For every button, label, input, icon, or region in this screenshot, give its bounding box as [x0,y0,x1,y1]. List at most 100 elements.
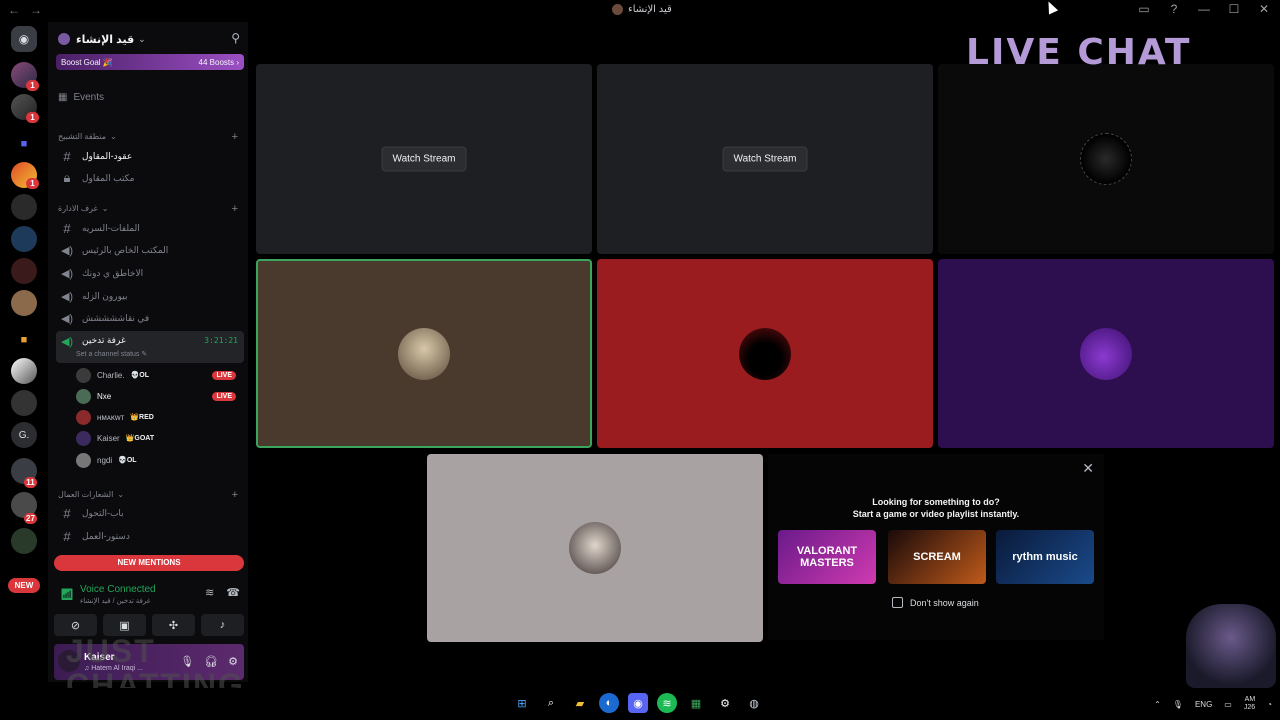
voice-channel-item[interactable]: ◀) بيورون الزله [56,286,244,306]
activity-card-scream[interactable]: SCREAM [888,530,986,584]
windows-start-icon[interactable]: ⊞ [512,693,532,713]
category-header[interactable]: منطقة التشبيح ⌄ + [58,131,240,143]
channel-item[interactable]: 🔒︎ مكتب المقاول [56,168,244,188]
member-name: ʜᴍᴀᴋᴡᴛ [97,412,125,422]
channel-name: باب-التحول [82,507,124,518]
spotify-icon[interactable]: ≋ [657,693,677,713]
network-icon[interactable]: ▭ [1224,700,1232,709]
folder-icon[interactable]: ■ [11,330,37,350]
voice-member[interactable]: Charlie. 💀OL LIVE [76,365,240,385]
server-icon[interactable] [11,226,37,252]
server-icon[interactable] [11,358,37,384]
voice-member[interactable]: ngdi 💀OL [76,450,240,470]
user-tile[interactable] [938,259,1274,448]
server-header[interactable]: قيد الإنشاء ⌄ ⚲ [58,30,244,48]
activity-card-rythm[interactable]: rythm music [996,530,1094,584]
voice-channel-item[interactable]: ◀) المكتب الخاص بالرئيس [56,240,244,260]
noise-suppression-icon[interactable]: ≋ [205,586,214,599]
activity-card-valorant[interactable]: VALORANT MASTERS [778,530,876,584]
server-icon[interactable] [11,528,37,554]
lock-icon: 🔒︎ [63,170,71,185]
stream-tile[interactable]: Watch Stream [597,64,933,254]
invite-user-icon[interactable]: ⚲ [231,31,240,45]
disconnect-icon[interactable]: ☎ [226,586,240,599]
user-tile-speaking[interactable] [256,259,592,448]
discord-home-icon[interactable]: ◉ [11,26,37,52]
settings-icon[interactable]: ⚙ [715,693,735,713]
new-mentions-button[interactable]: NEW MENTIONS [54,555,244,571]
category-header[interactable]: الشعارات العمال ⌄ + [58,489,240,501]
close-icon[interactable]: ✕ [1082,460,1094,477]
maximize-button[interactable]: ☐ [1226,2,1242,16]
file-explorer-icon[interactable]: ▰ [570,693,590,713]
voice-member[interactable]: Kaiser 👑GOAT [76,428,240,448]
server-icon[interactable]: G. [11,422,37,448]
browser-icon[interactable]: ◐ [599,693,619,713]
notifications-icon[interactable]: ◔ [1267,700,1272,709]
category-header[interactable]: غرف الادارة ⌄ + [58,203,240,215]
back-icon[interactable]: ← [8,3,20,17]
microphone-icon[interactable]: 🎙︎ [1173,700,1183,709]
clock-time: AM [1244,696,1256,703]
voice-status: Voice Connected [80,584,156,595]
avatar [76,409,91,425]
streamer-avatar-overlay [1186,604,1276,688]
channel-item[interactable]: # عقود-المقاول [56,146,244,166]
server-icon[interactable] [11,258,37,284]
boost-goal-bar[interactable]: Boost Goal 🎉 44 Boosts › [56,54,244,70]
forward-icon[interactable]: → [30,3,42,17]
spreadsheet-icon[interactable]: ▦ [686,693,706,713]
clock[interactable]: AM J26 [1244,696,1255,712]
avatar [76,367,91,383]
add-channel-icon[interactable]: + [232,489,238,501]
close-button[interactable]: ✕ [1256,2,1272,16]
soundboard-button[interactable]: ♪ [201,614,244,636]
user-tile[interactable] [938,64,1274,254]
stream-tile[interactable]: Watch Stream [256,64,592,254]
channel-item[interactable]: # دستور-العمل [56,526,244,546]
dont-show-again-checkbox[interactable]: Don't show again [892,597,979,608]
new-pill[interactable]: NEW [8,578,40,593]
voice-member[interactable]: ʜᴍᴀᴋᴡᴛ 👑RED [76,407,240,427]
folder-icon[interactable]: ■ [11,134,37,154]
nav-buttons: ← → [8,3,42,17]
category-name: الشعارات العمال [58,490,114,499]
checkbox[interactable] [892,597,903,608]
channel-sidebar: قيد الإنشاء ⌄ ⚲ Boost Goal 🎉 44 Boosts ›… [48,22,248,682]
search-icon[interactable]: ⌕ [541,693,561,713]
add-channel-icon[interactable]: + [232,203,238,215]
voice-channel-active[interactable]: ◀) غرفة تدخين 3:21:21 Set a channel stat… [56,331,244,363]
window-title: قيد الإنشاء [612,4,672,15]
events-row[interactable]: ▦ Events [58,92,104,103]
chevron-up-icon[interactable]: ⌃ [1154,700,1161,709]
channel-name: دستور-العمل [82,530,130,541]
avatar [76,430,91,446]
server-icon[interactable] [11,390,37,416]
signal-icon[interactable]: 📶︎ [60,588,74,601]
help-icon[interactable]: ? [1166,2,1182,16]
user-tile[interactable] [427,454,763,642]
channel-name: في نقاششششش [82,312,150,323]
watch-stream-button[interactable]: Watch Stream [722,146,808,172]
channel-item[interactable]: # باب-التحول [56,503,244,523]
channel-item[interactable]: # الملفات-السريه [56,218,244,238]
voice-channel-item[interactable]: ◀) الاخاطق ي دونك [56,263,244,283]
activities-button[interactable]: ✣ [152,614,195,636]
voice-channel-item[interactable]: ◀) في نقاششششش [56,308,244,328]
discord-icon[interactable]: ◉ [628,693,648,713]
speaker-icon: ◀) [60,244,74,257]
channel-status[interactable]: Set a channel status ✎ [76,350,147,358]
steam-icon[interactable]: ◍ [744,693,764,713]
watch-stream-button[interactable]: Watch Stream [381,146,467,172]
add-channel-icon[interactable]: + [232,131,238,143]
minimize-button[interactable]: — [1196,2,1212,16]
category-name: غرف الادارة [58,204,98,213]
server-icon[interactable] [11,290,37,316]
hash-icon: # [63,148,71,164]
user-tile[interactable] [597,259,933,448]
voice-location[interactable]: غرفة تدخين / قيد الإنشاء [80,597,150,605]
server-icon[interactable] [11,194,37,220]
voice-member[interactable]: Nxe LIVE [76,386,240,406]
inbox-icon[interactable]: ▭ [1136,2,1152,16]
language-indicator[interactable]: ENG [1195,700,1212,709]
